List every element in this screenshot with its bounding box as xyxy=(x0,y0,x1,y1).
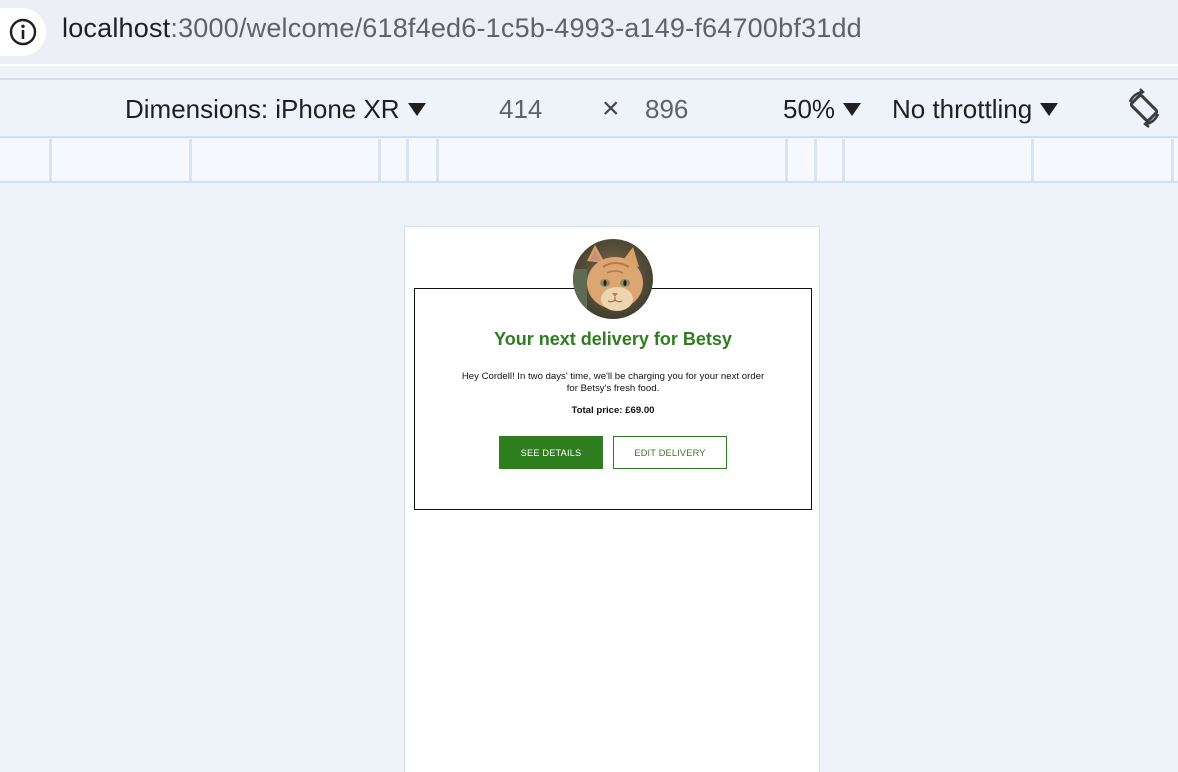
throttling-label: No throttling xyxy=(892,94,1033,124)
url-text: localhost:3000/welcome/618f4ed6-1c5b-499… xyxy=(62,13,862,44)
ruler-tick xyxy=(49,139,52,181)
ruler-tick xyxy=(406,139,409,181)
media-query-ruler[interactable] xyxy=(0,139,1178,183)
ruler-tick xyxy=(378,139,381,181)
cat-photo-icon xyxy=(573,239,653,319)
chevron-down-icon xyxy=(407,103,426,116)
delivery-card: Your next delivery for Betsy Hey Cordell… xyxy=(414,288,812,510)
zoom-label: 50% xyxy=(783,94,836,124)
chevron-down-icon xyxy=(843,103,862,116)
ruler-tick xyxy=(842,139,845,181)
ruler-tick xyxy=(189,139,192,181)
site-info-button[interactable] xyxy=(0,8,46,56)
ruler-tick xyxy=(785,139,788,181)
url-field[interactable]: localhost:3000/welcome/618f4ed6-1c5b-499… xyxy=(0,0,1178,64)
rotate-device-icon[interactable] xyxy=(1124,88,1164,128)
ruler-tick xyxy=(814,139,817,181)
browser-address-bar: localhost:3000/welcome/618f4ed6-1c5b-499… xyxy=(0,0,1178,66)
ruler-tick xyxy=(1171,139,1174,181)
height-input[interactable]: 896 xyxy=(645,94,688,125)
device-toolbar: Dimensions: iPhone XR 414 × 896 50% No t… xyxy=(0,80,1178,138)
url-path: :3000/welcome/618f4ed6-1c5b-4993-a149-f6… xyxy=(170,13,862,43)
device-viewport: Your next delivery for Betsy Hey Cordell… xyxy=(404,226,820,772)
pet-avatar xyxy=(573,239,653,319)
info-icon xyxy=(9,18,37,46)
chevron-down-icon xyxy=(1040,103,1059,116)
width-input[interactable]: 414 xyxy=(499,94,542,125)
throttling-dropdown[interactable]: No throttling xyxy=(892,94,1059,125)
dimensions-label: Dimensions: iPhone XR xyxy=(125,94,400,124)
ruler-tick xyxy=(1031,139,1034,181)
zoom-dropdown[interactable]: 50% xyxy=(783,94,862,125)
dimensions-dropdown[interactable]: Dimensions: iPhone XR xyxy=(125,94,426,125)
delivery-message: Hey Cordell! In two days' time, we'll be… xyxy=(461,371,765,394)
edit-delivery-button[interactable]: EDIT DELIVERY xyxy=(613,436,727,469)
see-details-button[interactable]: SEE DETAILS xyxy=(499,436,603,469)
ruler-tick xyxy=(436,139,439,181)
times-icon: × xyxy=(602,92,620,125)
total-price: Total price: £69.00 xyxy=(571,405,655,416)
url-host: localhost xyxy=(62,13,171,43)
page-title: Your next delivery for Betsy xyxy=(494,329,732,349)
